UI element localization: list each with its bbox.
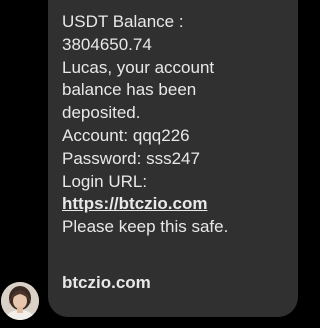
sender-avatar-icon[interactable] [1, 282, 39, 320]
link-preview-domain[interactable]: btczio.com [62, 272, 151, 294]
message-line: Password: sss247 [62, 148, 200, 168]
avatar-photo-icon [1, 282, 39, 320]
message-bubble[interactable]: USDT Balance : 3804650.74 Lucas, your ac… [48, 0, 298, 317]
message-text: USDT Balance : 3804650.74 Lucas, your ac… [62, 11, 292, 239]
message-line: Please keep this safe. [62, 217, 229, 237]
message-line: balance has been [62, 80, 197, 100]
login-url-link[interactable]: https://btczio.com [62, 194, 207, 213]
message-line: 3804650.74 [62, 34, 152, 54]
message-line: USDT Balance : [62, 12, 184, 31]
chat-screen: USDT Balance : 3804650.74 Lucas, your ac… [0, 0, 298, 328]
message-line: Account: qqq226 [62, 125, 190, 145]
message-line: deposited. [62, 103, 141, 123]
message-line: Login URL: [62, 171, 148, 191]
message-line: Lucas, your account [62, 57, 215, 77]
